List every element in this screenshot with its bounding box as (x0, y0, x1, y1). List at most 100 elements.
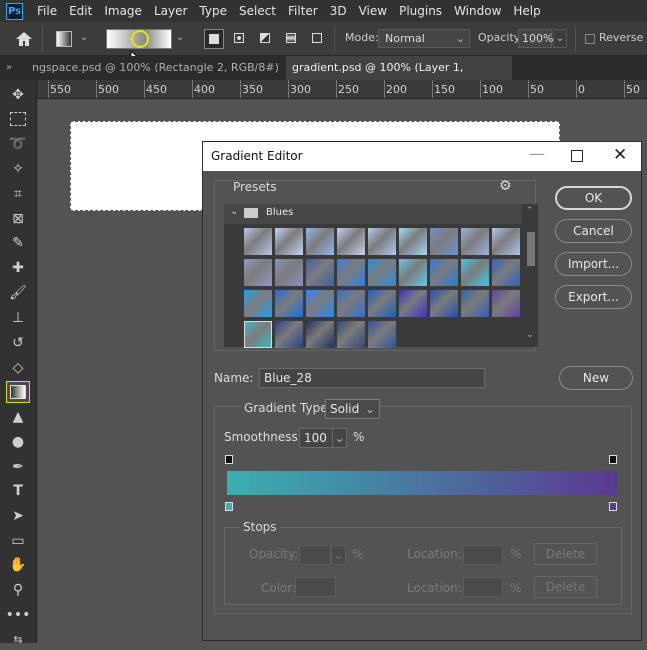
preset-swatch[interactable] (306, 321, 334, 348)
home-icon[interactable] (14, 30, 34, 48)
menu-help[interactable]: Help (507, 0, 546, 22)
menu-3d[interactable]: 3D (324, 0, 353, 22)
swap-colors-icon[interactable]: ⇆ (6, 628, 30, 650)
mode-select[interactable]: Normal ⌄ (378, 29, 470, 48)
preset-swatch[interactable] (461, 290, 489, 317)
reverse-checkbox[interactable] (585, 34, 595, 44)
ok-button[interactable]: OK (555, 186, 632, 210)
maximize-icon[interactable] (571, 150, 583, 162)
menu-view[interactable]: View (353, 0, 393, 22)
preset-swatch[interactable] (492, 290, 520, 317)
zoom-tool-icon[interactable]: ⚲ (6, 579, 30, 601)
preset-swatch[interactable] (492, 259, 520, 286)
tab-ngspace[interactable]: ngspace.psd @ 100% (Rectangle 2, RGB/8#)… (26, 56, 284, 98)
brush-tool-icon[interactable]: 🖌 (6, 282, 30, 304)
history-brush-tool-icon[interactable]: ↺ (6, 332, 30, 354)
import-button[interactable]: Import... (555, 252, 632, 276)
opacity-stop-left[interactable] (225, 455, 233, 464)
new-button[interactable]: New (559, 366, 633, 390)
preset-swatch[interactable] (399, 228, 427, 255)
name-input[interactable]: Blue_28 (259, 368, 485, 388)
preset-swatch[interactable] (306, 228, 334, 255)
preset-swatch[interactable] (368, 228, 396, 255)
chevron-down-icon[interactable]: ⌄ (526, 330, 534, 340)
preset-swatch[interactable] (461, 259, 489, 286)
move-tool-icon[interactable]: ✥ (6, 84, 30, 106)
blur-tool-icon[interactable]: ▲ (6, 406, 30, 428)
more-tools-icon[interactable]: ••• (6, 604, 31, 626)
preset-swatch[interactable] (399, 259, 427, 286)
menu-layer[interactable]: Layer (148, 0, 193, 22)
preset-swatch[interactable] (244, 259, 272, 286)
eraser-tool-icon[interactable]: ◇ (6, 357, 30, 379)
preset-swatch[interactable] (275, 321, 303, 348)
tab-gradient[interactable]: gradient.psd @ 100% (Layer 1, RGB/8#) × (286, 56, 512, 98)
menu-file[interactable]: File (31, 0, 63, 22)
color-stop-left[interactable] (225, 502, 233, 511)
gear-icon[interactable]: ⚙ (499, 178, 512, 194)
clone-stamp-tool-icon[interactable]: ⊥ (6, 307, 30, 329)
export-button[interactable]: Export... (555, 285, 632, 309)
menu-plugins[interactable]: Plugins (393, 0, 448, 22)
presets-scrollbar[interactable]: ⌃ ⌄ (526, 206, 536, 344)
preset-swatch[interactable] (275, 290, 303, 317)
chevron-up-icon[interactable]: ⌃ (526, 206, 534, 216)
chevron-down-icon[interactable]: ⌄ (176, 32, 184, 43)
chevron-down-icon[interactable]: ⌄ (553, 29, 567, 48)
preset-swatch[interactable] (461, 228, 489, 255)
rectangle-tool-icon[interactable]: ▭ (6, 530, 30, 552)
hand-tool-icon[interactable]: ✋ (6, 554, 30, 576)
healing-brush-tool-icon[interactable]: ✚ (6, 257, 30, 279)
chevron-down-icon[interactable]: ⌄ (80, 32, 88, 43)
dodge-tool-icon[interactable]: ● (6, 431, 30, 453)
menu-image[interactable]: Image (98, 0, 148, 22)
preset-swatch[interactable] (337, 228, 365, 255)
preset-swatch[interactable] (492, 228, 520, 255)
gradient-tool-icon[interactable] (6, 381, 30, 403)
gradient-type-select[interactable]: Solid ⌄ (325, 399, 380, 419)
preset-swatch[interactable] (368, 321, 396, 348)
preset-swatch[interactable] (337, 259, 365, 286)
preset-swatch[interactable] (368, 290, 396, 317)
diamond-gradient-button[interactable] (308, 29, 328, 49)
frame-tool-icon[interactable]: ⊠ (6, 208, 30, 230)
preset-swatch[interactable] (244, 321, 272, 348)
path-selection-tool-icon[interactable]: ➤ (6, 505, 30, 527)
preset-swatch[interactable] (306, 259, 334, 286)
preset-swatch[interactable] (399, 290, 427, 317)
minimize-icon[interactable]: — (529, 144, 545, 163)
marquee-tool-icon[interactable] (6, 108, 30, 130)
menu-select[interactable]: Select (233, 0, 282, 22)
preset-swatch[interactable] (430, 259, 458, 286)
preset-swatch[interactable] (337, 290, 365, 317)
type-tool-icon[interactable]: T (6, 480, 30, 502)
menu-filter[interactable]: Filter (282, 0, 324, 22)
color-stop-right[interactable] (609, 502, 617, 511)
linear-gradient-button[interactable] (204, 29, 224, 49)
magic-wand-tool-icon[interactable]: ✧ (6, 158, 30, 180)
menu-type[interactable]: Type (193, 0, 233, 22)
preset-swatch[interactable] (275, 228, 303, 255)
preset-swatch[interactable] (337, 321, 365, 348)
preset-swatch[interactable] (430, 228, 458, 255)
close-icon[interactable]: ✕ (613, 145, 627, 165)
smoothness-input[interactable]: 100 (299, 428, 333, 448)
gradient-preview-bar[interactable] (227, 471, 617, 495)
preset-swatch[interactable] (368, 259, 396, 286)
scrollbar-thumb[interactable] (527, 232, 535, 266)
opacity-input[interactable]: 100% (518, 29, 553, 48)
preset-swatch[interactable] (306, 290, 334, 317)
preset-swatch[interactable] (244, 228, 272, 255)
eyedropper-tool-icon[interactable]: ✎ (6, 232, 30, 254)
opacity-stop-right[interactable] (609, 455, 617, 464)
angle-gradient-button[interactable] (256, 29, 276, 49)
crop-tool-icon[interactable]: ⌗ (6, 183, 30, 205)
cancel-button[interactable]: Cancel (555, 219, 632, 243)
chevron-down-icon[interactable]: ⌄ (332, 428, 347, 448)
preset-swatch[interactable] (244, 290, 272, 317)
preset-swatch[interactable] (430, 290, 458, 317)
reflected-gradient-button[interactable] (282, 29, 302, 49)
pen-tool-icon[interactable]: ✒ (6, 456, 30, 478)
gradient-tool-preset-icon[interactable] (56, 31, 72, 47)
lasso-tool-icon[interactable]: ➰ (6, 133, 30, 155)
